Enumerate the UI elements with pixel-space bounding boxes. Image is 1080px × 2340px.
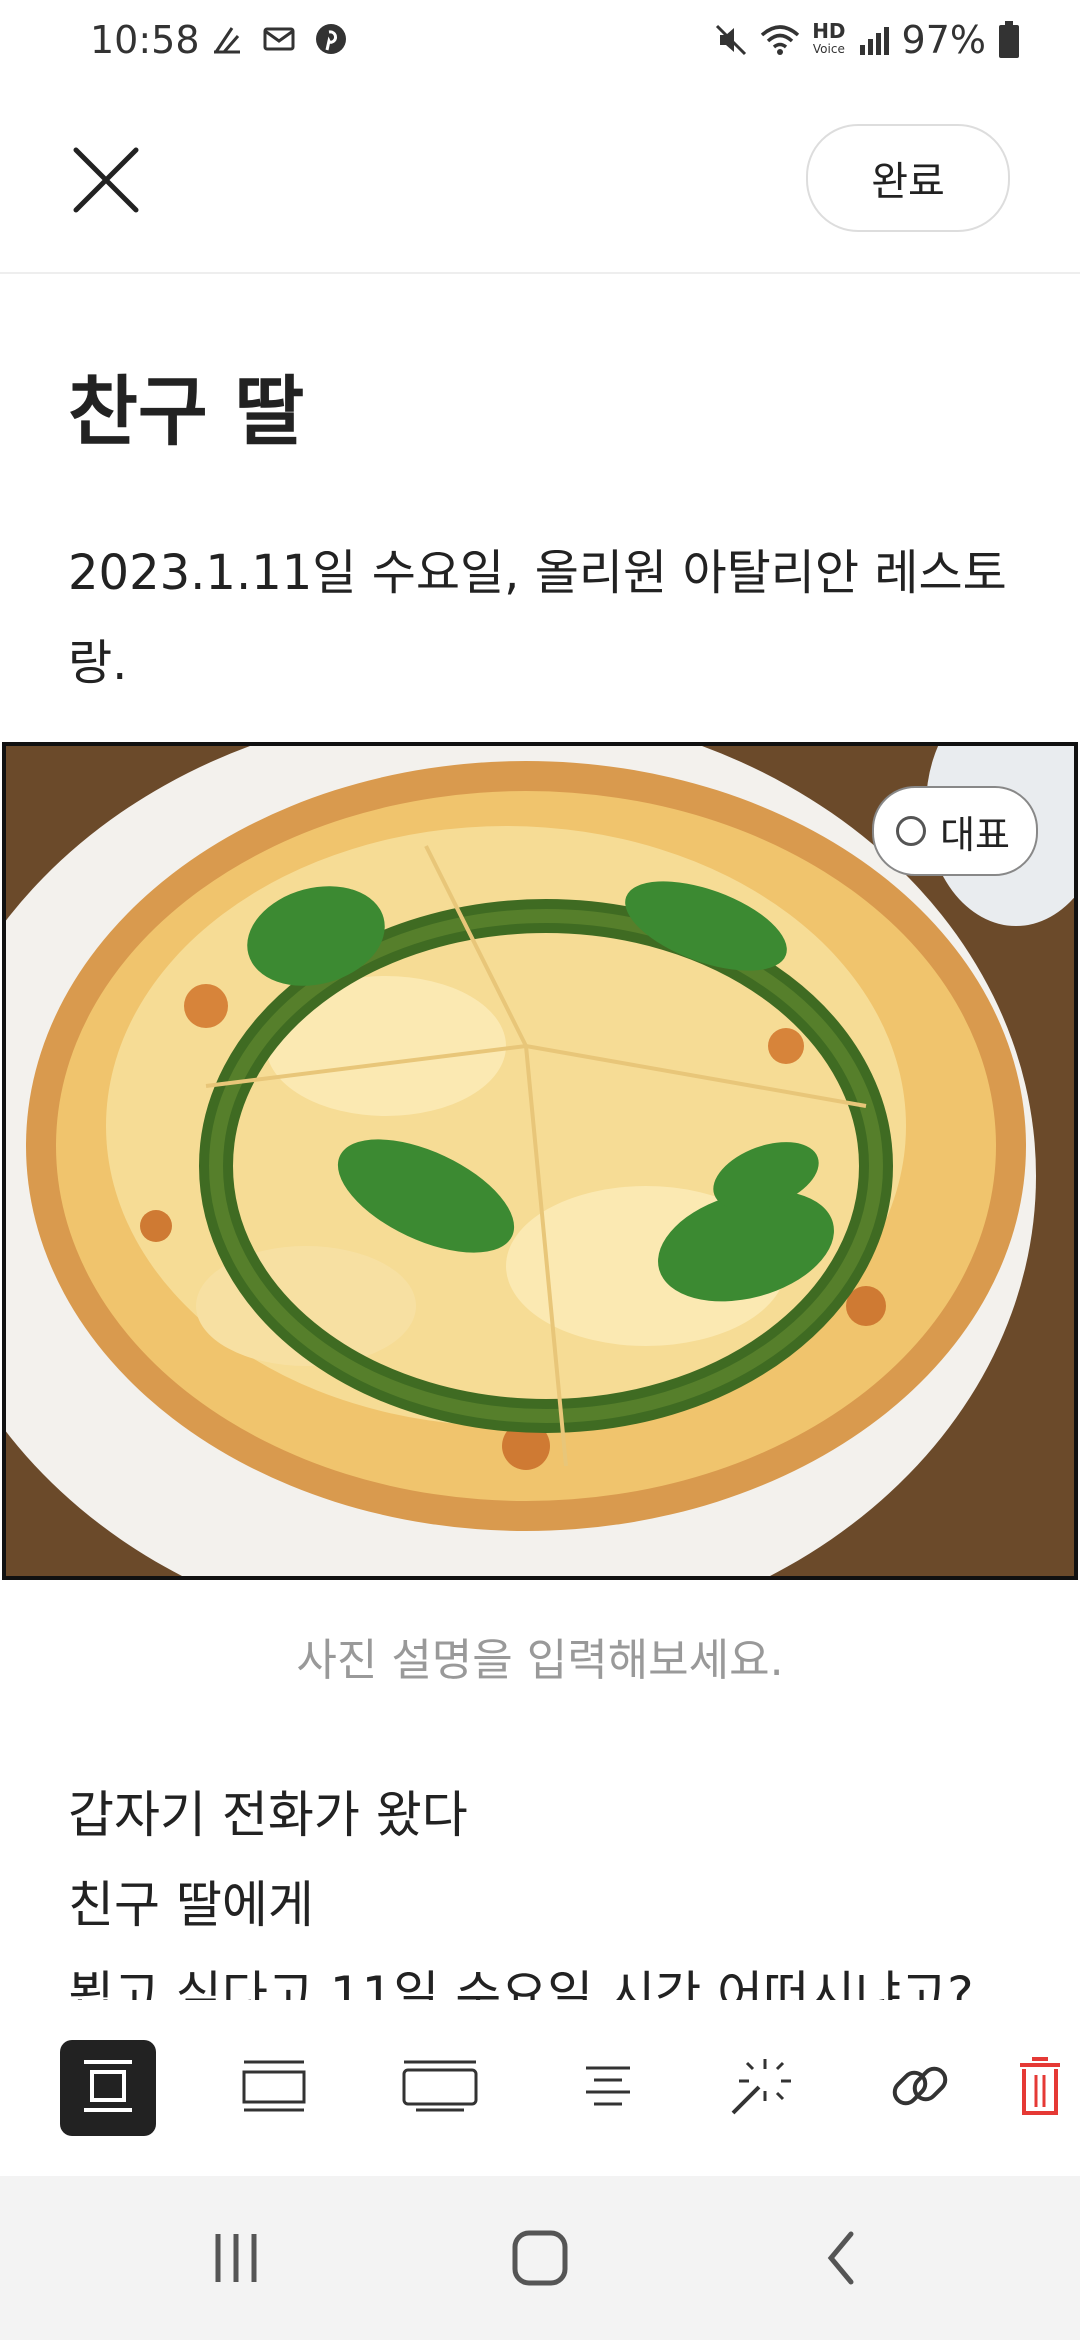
layout-fit-button[interactable] — [60, 2040, 156, 2136]
status-bar: 10:58 HD Voice 97% — [0, 0, 1080, 84]
body-line: 친구 딸에게 — [68, 1876, 314, 1934]
photo-caption-input[interactable]: 사진 설명을 입력해보세요. — [0, 1624, 1080, 1688]
wifi-icon — [760, 23, 800, 57]
photo-edit-toolbar — [0, 2030, 1080, 2150]
broom-icon — [210, 22, 244, 56]
body-text[interactable]: 갑자기 전화가 왔다 친구 딸에게 뵙고 싶다고 11일 수요일 시간 어떠시냐… — [68, 1770, 1028, 2000]
back-button[interactable] — [802, 2230, 882, 2290]
editor-app-bar: 완료 — [0, 84, 1080, 274]
effect-icon — [725, 2051, 795, 2125]
signal-icon — [858, 23, 890, 57]
notification-icons — [210, 22, 348, 56]
battery-percent: 97% — [901, 18, 986, 62]
pinterest-icon — [314, 22, 348, 56]
link-button[interactable] — [872, 2040, 968, 2136]
battery-icon — [998, 21, 1020, 59]
layout-fit-icon — [78, 2056, 138, 2120]
layout-wide-icon — [238, 2056, 310, 2120]
mute-icon — [714, 23, 748, 57]
pizza-photo[interactable]: 대표 — [2, 742, 1078, 1580]
home-button[interactable] — [500, 2230, 580, 2290]
align-button[interactable] — [560, 2040, 656, 2136]
effect-button[interactable] — [712, 2040, 808, 2136]
close-button[interactable] — [70, 144, 142, 216]
body-line: 뵙고 싶다고 11일 수요일 시간 어떠시냐고? — [68, 1966, 974, 2000]
system-nav-bar — [0, 2176, 1080, 2340]
layout-wide-button[interactable] — [226, 2040, 322, 2136]
close-icon — [70, 147, 142, 220]
mail-icon — [262, 22, 296, 56]
voice-label: Voice — [812, 42, 845, 56]
done-button[interactable]: 완료 — [806, 124, 1010, 232]
recent-apps-icon — [208, 2230, 264, 2290]
status-time: 10:58 — [90, 18, 200, 62]
cover-photo-toggle[interactable]: 대표 — [872, 786, 1038, 876]
layout-full-icon — [400, 2056, 480, 2120]
cover-label: 대표 — [940, 812, 1010, 857]
hd-voice-icon: HD Voice — [812, 19, 846, 58]
home-icon — [510, 2228, 570, 2292]
align-icon — [578, 2056, 638, 2120]
post-title[interactable]: 찬구 딸 — [68, 350, 304, 460]
delete-button[interactable] — [1000, 2040, 1080, 2136]
link-icon — [885, 2051, 955, 2125]
intro-paragraph[interactable]: 2023.1.11일 수요일, 올리원 아탈리안 레스토랑. — [68, 528, 1008, 708]
delete-icon — [1010, 2051, 1070, 2125]
body-line: 갑자기 전화가 왔다 — [68, 1786, 468, 1844]
hd-label: HD — [812, 19, 846, 43]
layout-full-button[interactable] — [392, 2040, 488, 2136]
back-icon — [817, 2228, 867, 2292]
system-status: HD Voice 97% — [714, 18, 1020, 62]
recent-apps-button[interactable] — [196, 2230, 276, 2290]
radio-circle-icon — [896, 816, 927, 846]
